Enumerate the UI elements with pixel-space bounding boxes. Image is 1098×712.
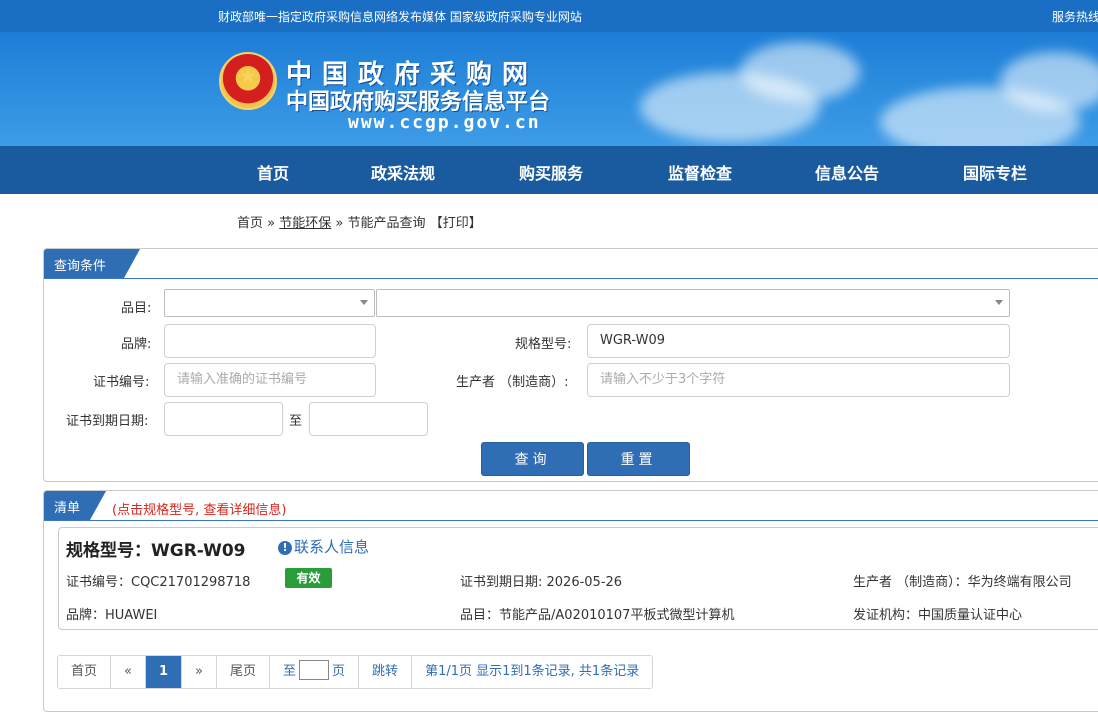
site-logo-url: www.ccgp.gov.cn [348, 112, 541, 133]
expiry-from-input[interactable] [164, 402, 283, 436]
nav-item-purchase-services[interactable]: 购买服务 [519, 160, 583, 184]
breadcrumb-home[interactable]: 首页 [237, 216, 263, 231]
list-panel-header: 清单 (点击规格型号, 查看详细信息) [44, 491, 1098, 521]
result-issuer: 发证机构：中国质量认证中心 [853, 608, 1023, 623]
service-hotline: 服务热线 [1052, 10, 1098, 24]
result-card: 规格型号：WGR-W09 ! 联系人信息 证书编号：CQC21701298718 … [58, 527, 1098, 630]
list-hint: (点击规格型号, 查看详细信息) [112, 503, 287, 518]
query-panel: 查询条件 品目: 品牌: 规格型号: WGR-W09 证书编号: 请输入准确的证… [43, 248, 1098, 482]
goto-prefix: 至 [283, 664, 297, 679]
cloud-decoration [740, 42, 860, 102]
result-category: 品目：节能产品/A02010107平板式微型计算机 [460, 608, 735, 623]
site-slogan: 财政部唯一指定政府采购信息网络发布媒体 国家级政府采购专业网站 [218, 10, 582, 24]
manufacturer-label: 生产者 （制造商）: [456, 375, 569, 390]
category-select[interactable] [164, 289, 375, 317]
nav-item-home[interactable]: 首页 [257, 160, 289, 184]
expiry-date-label: 证书到期日期: [66, 414, 149, 429]
nav-item-international[interactable]: 国际专栏 [963, 160, 1027, 184]
breadcrumb-separator: » [267, 216, 276, 231]
breadcrumb-current: 节能产品查询 [347, 216, 426, 231]
jump-button[interactable]: 跳转 [359, 656, 413, 688]
goto-suffix: 页 [332, 664, 346, 679]
info-circle-icon: ! [278, 541, 292, 555]
goto-page-control: 至页 [270, 656, 360, 688]
query-panel-title: 查询条件 [44, 249, 140, 278]
contact-info-label: 联系人信息 [294, 538, 370, 556]
result-manufacturer: 生产者 （制造商）：华为终端有限公司 [853, 575, 1072, 590]
next-page-button[interactable]: » [182, 656, 217, 688]
site-banner: 中国政府采购网 中国政府购买服务信息平台 www.ccgp.gov.cn [0, 32, 1098, 146]
chevron-down-icon [995, 300, 1003, 305]
goto-page-input[interactable] [299, 660, 330, 680]
result-cert-number: 证书编号：CQC21701298718 [66, 575, 251, 590]
breadcrumb-energy-saving[interactable]: 节能环保 [279, 216, 331, 231]
brand-label: 品牌: [121, 337, 152, 352]
breadcrumb: 首页 » 节能环保 » 节能产品查询 【打印】 [237, 212, 482, 231]
last-page-button[interactable]: 尾页 [217, 656, 271, 688]
subcategory-select[interactable] [376, 289, 1010, 317]
status-badge: 有效 [285, 568, 332, 588]
main-nav: 首页 政采法规 购买服务 监督检查 信息公告 国际专栏 [0, 146, 1098, 194]
model-label: 规格型号: [515, 337, 572, 352]
expiry-to-input[interactable] [309, 402, 428, 436]
pagination: 首页 « 1 » 尾页 至页 跳转 第1/1页 显示1到1条记录, 共1条记录 [57, 655, 654, 689]
page-1-button[interactable]: 1 [145, 656, 183, 688]
model-input[interactable]: WGR-W09 [587, 324, 1010, 358]
cert-number-label: 证书编号: [93, 375, 150, 390]
nav-item-announcements[interactable]: 信息公告 [815, 160, 879, 184]
pagination-summary: 第1/1页 显示1到1条记录, 共1条记录 [425, 664, 640, 679]
top-info-bar: 财政部唯一指定政府采购信息网络发布媒体 国家级政府采购专业网站 服务热线 [0, 0, 1098, 32]
result-brand: 品牌：HUAWEI [66, 608, 158, 623]
date-range-separator: 至 [289, 414, 303, 429]
breadcrumb-separator: » [335, 216, 344, 231]
nav-item-regulations[interactable]: 政采法规 [371, 160, 435, 184]
reset-button[interactable]: 重置 [587, 442, 690, 476]
print-link[interactable]: 【打印】 [430, 216, 482, 231]
category-label: 品目: [121, 301, 152, 316]
result-model-link[interactable]: 规格型号：WGR-W09 [66, 536, 246, 561]
nav-item-supervision[interactable]: 监督检查 [668, 160, 732, 184]
manufacturer-input[interactable]: 请输入不少于3个字符 [587, 363, 1010, 397]
prev-page-button[interactable]: « [111, 656, 146, 688]
result-expiry-date: 证书到期日期: 2026-05-26 [460, 575, 623, 590]
query-panel-header: 查询条件 [44, 249, 1098, 279]
search-button[interactable]: 查询 [481, 442, 584, 476]
first-page-button[interactable]: 首页 [58, 656, 112, 688]
cert-number-input[interactable]: 请输入准确的证书编号 [164, 363, 376, 397]
list-panel-title: 清单 [44, 491, 106, 520]
national-emblem-icon [219, 52, 277, 110]
contact-info-link[interactable]: ! 联系人信息 [278, 536, 369, 557]
chevron-down-icon [360, 300, 368, 305]
brand-input[interactable] [164, 324, 376, 358]
